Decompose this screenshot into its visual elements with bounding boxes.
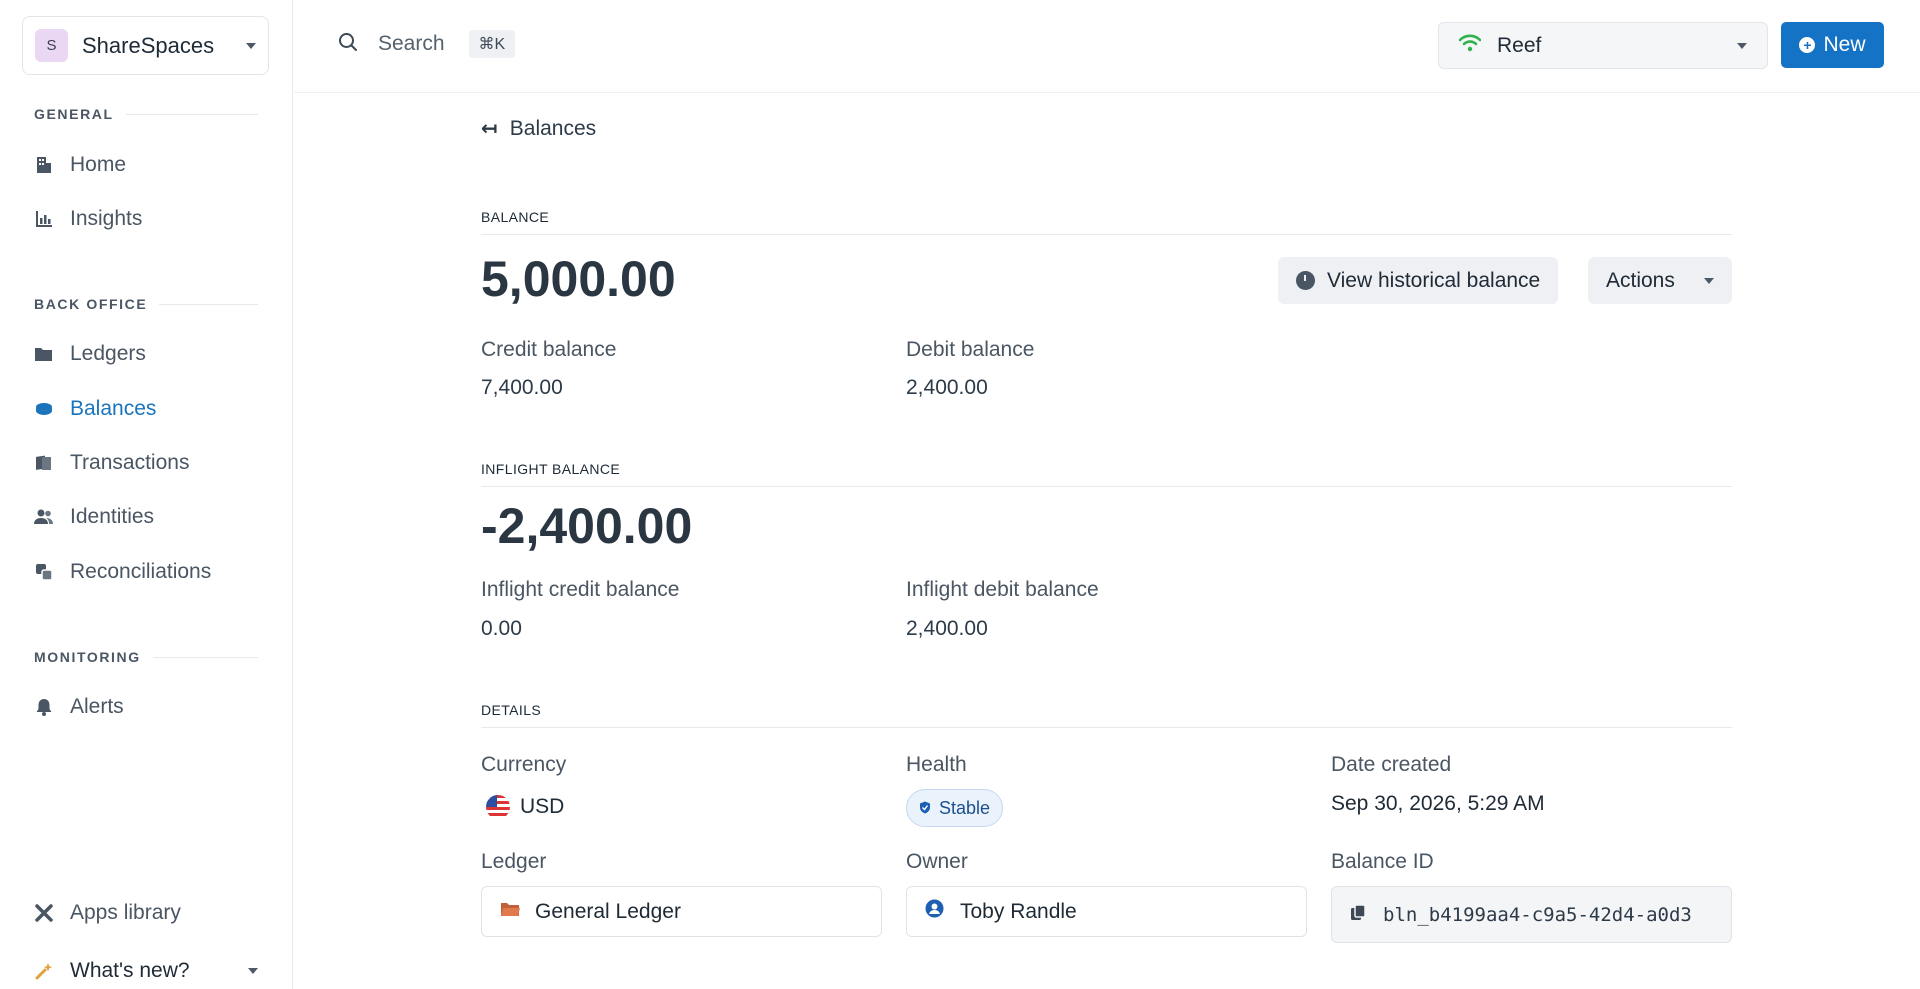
sidebar-item-label: Transactions bbox=[70, 451, 190, 474]
currency-label: Currency bbox=[481, 753, 567, 776]
building-icon bbox=[34, 155, 54, 175]
currency-code: USD bbox=[520, 795, 565, 818]
sidebar-item-home[interactable]: Home bbox=[34, 149, 126, 181]
details-section-header: DETAILS bbox=[481, 702, 1732, 728]
ledger-name: General Ledger bbox=[535, 899, 681, 923]
owner-link[interactable]: Toby Randle bbox=[906, 886, 1307, 937]
balance-id-label: Balance ID bbox=[1331, 850, 1434, 873]
documents-icon bbox=[34, 453, 54, 473]
us-flag-icon bbox=[486, 795, 510, 819]
sidebar-item-reconciliations[interactable]: Reconciliations bbox=[34, 556, 211, 588]
inflight-credit-label: Inflight credit balance bbox=[481, 578, 680, 601]
chevron-down-icon bbox=[246, 42, 256, 49]
view-historical-balance-button[interactable]: View historical balance bbox=[1278, 257, 1559, 304]
sparkle-icon bbox=[34, 961, 54, 981]
tools-icon bbox=[34, 903, 54, 923]
balance-id-copy-field[interactable]: bln_b4199aa4-c9a5-42d4-a0d3 bbox=[1331, 886, 1732, 943]
workspace-switcher[interactable]: S ShareSpaces bbox=[22, 16, 269, 75]
view-historical-balance-label: View historical balance bbox=[1327, 268, 1541, 292]
shield-icon bbox=[919, 798, 931, 819]
balance-id-value: bln_b4199aa4-c9a5-42d4-a0d3 bbox=[1383, 903, 1692, 926]
back-link-label: Balances bbox=[509, 116, 597, 140]
workspace-avatar: S bbox=[35, 29, 68, 62]
reconcile-icon bbox=[34, 562, 54, 582]
actions-dropdown[interactable]: Actions bbox=[1588, 257, 1732, 304]
sidebar-item-label: Balances bbox=[70, 397, 157, 420]
search-label: Search bbox=[378, 32, 445, 55]
currency-value: USD bbox=[486, 795, 564, 819]
inflight-debit-value: 2,400.00 bbox=[906, 617, 988, 640]
debit-balance-label: Debit balance bbox=[906, 338, 1035, 361]
new-button-label: New bbox=[1823, 33, 1866, 56]
chevron-down-icon bbox=[1704, 277, 1714, 284]
new-button[interactable]: + New bbox=[1781, 22, 1884, 68]
date-created-value: Sep 30, 2026, 5:29 AM bbox=[1331, 792, 1545, 815]
environment-name: Reef bbox=[1497, 33, 1542, 57]
sidebar-item-ledgers[interactable]: Ledgers bbox=[34, 338, 146, 370]
sidebar-item-label: Insights bbox=[70, 207, 143, 230]
keyboard-shortcut-badge: ⌘K bbox=[468, 30, 516, 58]
top-bar: Search ⌘K Reef + New bbox=[294, 0, 1920, 93]
owner-name: Toby Randle bbox=[960, 899, 1077, 923]
health-label: Health bbox=[906, 753, 967, 776]
owner-label: Owner bbox=[906, 850, 968, 873]
credit-balance-label: Credit balance bbox=[481, 338, 617, 361]
copy-icon bbox=[1350, 903, 1367, 927]
bar-chart-icon bbox=[34, 209, 54, 229]
sidebar-item-balances[interactable]: Balances bbox=[34, 393, 156, 425]
apps-library-link[interactable]: Apps library bbox=[34, 897, 181, 929]
section-general: GENERAL bbox=[34, 106, 258, 122]
section-label: MONITORING bbox=[34, 649, 141, 665]
bell-icon bbox=[34, 697, 54, 717]
whats-new-label: What's new? bbox=[70, 959, 190, 982]
apps-library-label: Apps library bbox=[70, 901, 181, 924]
search-icon bbox=[338, 32, 358, 57]
inflight-credit-value: 0.00 bbox=[481, 617, 522, 640]
health-status-text: Stable bbox=[939, 797, 991, 818]
health-status-badge: Stable bbox=[906, 789, 1004, 827]
section-monitoring: MONITORING bbox=[34, 649, 258, 665]
balance-amount: 5,000.00 bbox=[481, 251, 676, 307]
credit-balance-value: 7,400.00 bbox=[481, 376, 563, 399]
arrow-left-icon: ↤ bbox=[481, 118, 498, 140]
whats-new-link[interactable]: What's new? bbox=[34, 955, 258, 987]
sidebar-item-label: Identities bbox=[70, 505, 155, 528]
balance-section-header: BALANCE bbox=[481, 209, 1732, 235]
plus-circle-icon: + bbox=[1799, 37, 1816, 53]
sidebar: S ShareSpaces GENERAL Home Insights BACK… bbox=[0, 0, 293, 989]
sidebar-item-label: Home bbox=[70, 153, 127, 176]
debit-balance-value: 2,400.00 bbox=[906, 376, 988, 399]
section-back-office: BACK OFFICE bbox=[34, 296, 258, 312]
sidebar-item-transactions[interactable]: Transactions bbox=[34, 447, 189, 479]
search-trigger[interactable]: Search ⌘K bbox=[338, 30, 516, 58]
clock-icon bbox=[1296, 271, 1315, 290]
date-created-label: Date created bbox=[1331, 753, 1452, 776]
user-circle-icon bbox=[925, 899, 944, 924]
actions-label: Actions bbox=[1606, 268, 1675, 292]
section-label: GENERAL bbox=[34, 106, 114, 122]
wifi-signal-icon bbox=[1458, 34, 1482, 57]
ledger-link[interactable]: General Ledger bbox=[481, 886, 882, 937]
sidebar-item-label: Ledgers bbox=[70, 342, 146, 365]
sidebar-item-insights[interactable]: Insights bbox=[34, 203, 142, 235]
coins-icon bbox=[34, 399, 54, 419]
inflight-debit-label: Inflight debit balance bbox=[906, 578, 1099, 601]
users-icon bbox=[34, 507, 54, 527]
chevron-down-icon bbox=[1737, 42, 1747, 49]
sidebar-item-label: Reconciliations bbox=[70, 560, 212, 583]
environment-selector[interactable]: Reef bbox=[1438, 22, 1768, 69]
folder-icon bbox=[500, 900, 521, 924]
inflight-section-header: INFLIGHT BALANCE bbox=[481, 461, 1732, 487]
chevron-down-icon bbox=[248, 968, 258, 974]
workspace-name: ShareSpaces bbox=[82, 32, 215, 58]
section-label: BACK OFFICE bbox=[34, 296, 148, 312]
folder-icon bbox=[34, 344, 54, 364]
ledger-label: Ledger bbox=[481, 850, 547, 873]
sidebar-item-label: Alerts bbox=[70, 695, 124, 718]
inflight-amount: -2,400.00 bbox=[481, 498, 693, 554]
back-link[interactable]: ↤ Balances bbox=[481, 116, 596, 141]
sidebar-item-alerts[interactable]: Alerts bbox=[34, 691, 124, 723]
sidebar-item-identities[interactable]: Identities bbox=[34, 501, 154, 533]
